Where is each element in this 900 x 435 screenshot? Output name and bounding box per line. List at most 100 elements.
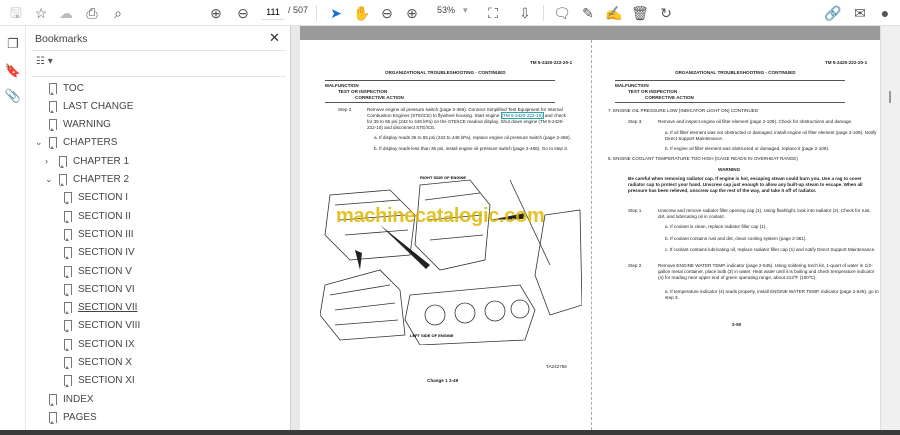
bookmark-label: SECTION X: [78, 357, 132, 368]
bookmarks-icon[interactable]: 🔖: [4, 63, 22, 81]
zoom-level[interactable]: 53%: [437, 5, 455, 15]
bookmark-item[interactable]: SECTION I: [64, 189, 128, 207]
divider: [543, 5, 544, 21]
step2-label: Step 2.: [628, 263, 643, 268]
bookmark-label: SECTION VI: [78, 283, 135, 295]
bookmark-icon: [64, 247, 72, 260]
bookmark-item[interactable]: SECTION VIII: [64, 317, 140, 335]
bookmark-label: SECTION IV: [78, 247, 135, 259]
warning-text: Be careful when removing radiator cap. I…: [628, 176, 863, 193]
page-down-icon[interactable]: ⊖: [234, 4, 252, 22]
bookmark-label: TOC: [63, 82, 84, 94]
bookmark-icon: [64, 320, 72, 333]
cloud-upload-icon[interactable]: ☁: [57, 4, 75, 22]
bookmark-item[interactable]: SECTION XI: [64, 372, 135, 390]
left-step-text: Remove engine oil pressure switch (page …: [367, 107, 567, 131]
left-col-action: CORRECTIVE ACTION: [355, 95, 404, 100]
zoom-dropdown-icon[interactable]: ▾: [463, 5, 468, 16]
bookmark-item[interactable]: SECTION VI: [64, 280, 135, 298]
bookmark-label: SECTION IX: [78, 338, 135, 350]
right-page-footer: 2-50: [732, 322, 742, 327]
bookmark-label: INDEX: [63, 393, 94, 405]
sign-icon[interactable]: ✍: [605, 4, 623, 22]
bookmark-label: SECTION I: [78, 192, 129, 204]
bookmarks-panel: Bookmarks ✕ ☷ ▾ TOC LAST CHANGE WARNING ⌄ CH…: [27, 26, 290, 430]
page-thumbnails-icon[interactable]: ❐: [4, 36, 22, 54]
bookmark-icon: [64, 338, 72, 351]
zoom-in-icon[interactable]: ⊕: [403, 4, 421, 22]
fit-page-icon[interactable]: ⛶: [484, 4, 502, 22]
rule: [325, 102, 555, 103]
left-step-label: Step 2.: [338, 107, 353, 112]
page-number-input[interactable]: [262, 5, 284, 20]
page-up-icon[interactable]: ⊕: [207, 4, 225, 22]
bookmark-icon: [64, 302, 72, 315]
search-zoom-icon[interactable]: ⌕: [109, 4, 127, 22]
left-page-footer: Change 1 2-49: [427, 378, 459, 383]
toolbar: 🖫 ☆ ☁ ⎙ ⌕ ⊕ ⊖ / 507 ➤ ✋ ⊖ ⊕ 53% ▾ ⛶ ⇩ 🗨 …: [0, 0, 900, 26]
bookmark-item[interactable]: SECTION II: [64, 207, 131, 225]
bookmark-icon: [59, 155, 67, 168]
expand-chevron-icon[interactable]: ›: [45, 156, 53, 166]
figure-label-left: LEFT SIDE OF ENGINE: [410, 333, 454, 338]
bookmark-label: SECTION II: [78, 210, 131, 222]
panel-title: Bookmarks: [35, 33, 88, 45]
tm-link[interactable]: (TM 5-2420-222-10): [500, 112, 544, 119]
bookmark-label: LAST CHANGE: [63, 100, 134, 112]
scrollbar-thumb[interactable]: [889, 91, 891, 103]
divider: [31, 76, 286, 77]
bookmark-icon: [49, 82, 57, 95]
rule: [615, 80, 845, 81]
taskbar-edge: [0, 430, 900, 435]
item-7: 7. ENGINE OIL PRESSURE LOW (INDICATOR LI…: [608, 108, 759, 113]
bookmark-item[interactable]: SECTION IX: [64, 335, 135, 353]
account-icon[interactable]: ●: [876, 4, 894, 22]
save-icon[interactable]: 🖫: [7, 4, 25, 22]
bookmark-label: WARNING: [63, 119, 111, 131]
bookmark-icon: [49, 119, 57, 132]
panel-splitter[interactable]: [290, 26, 300, 430]
rotate-icon[interactable]: ↻: [657, 4, 675, 22]
expand-chevron-icon[interactable]: ⌄: [45, 174, 53, 185]
bookmark-item[interactable]: TOC: [35, 79, 84, 97]
attachments-icon[interactable]: 📎: [4, 88, 22, 106]
email-icon[interactable]: ✉: [851, 4, 869, 22]
warning-title: WARNING: [718, 167, 741, 172]
close-panel-button[interactable]: ✕: [269, 30, 280, 46]
document-view[interactable]: TM 5-2420-222-20-1 ORGANIZATIONAL TROUBL…: [300, 40, 880, 430]
bookmark-item[interactable]: LAST CHANGE: [35, 97, 133, 115]
comment-icon[interactable]: 🗨: [553, 4, 571, 22]
expand-chevron-icon[interactable]: ⌄: [35, 137, 43, 148]
share-link-icon[interactable]: 🔗: [824, 4, 842, 22]
zoom-out-icon[interactable]: ⊖: [378, 4, 396, 22]
bookmark-item[interactable]: PAGES: [35, 408, 97, 426]
bookmark-item[interactable]: ⌄ CHAPTER 2: [45, 171, 129, 189]
bookmark-item[interactable]: SECTION III: [64, 225, 134, 243]
hand-icon[interactable]: ✋: [353, 4, 371, 22]
bookmark-label: SECTION V: [78, 265, 132, 277]
select-cursor-icon[interactable]: ➤: [327, 4, 345, 22]
bookmark-star-icon[interactable]: ☆: [32, 4, 50, 22]
step1-b: b. If coolant contains rust and dirt, cl…: [665, 236, 807, 241]
print-icon[interactable]: ⎙: [83, 4, 101, 22]
bookmark-item[interactable]: WARNING: [35, 116, 111, 134]
scroll-mode-icon[interactable]: ⇩: [516, 4, 534, 22]
bookmark-item[interactable]: › CHAPTER 1: [45, 152, 129, 170]
bookmark-item[interactable]: ⌄ CHAPTERS: [35, 134, 117, 152]
bookmark-item[interactable]: SECTION X: [64, 354, 132, 372]
bookmark-options-button[interactable]: ☷ ▾: [36, 56, 53, 67]
engine-illustration: RIGHT SIDE OF ENGINE LEFT SIDE OF ENGINE: [320, 175, 582, 345]
delete-icon[interactable]: 🗑: [631, 4, 649, 22]
bookmark-label: CHAPTER 1: [73, 155, 130, 167]
bookmark-item[interactable]: SECTION V: [64, 262, 132, 280]
bookmark-item[interactable]: INDEX: [35, 390, 94, 408]
right-page-heading: ORGANIZATIONAL TROUBLESHOOTING - CONTINU…: [675, 70, 796, 75]
bookmark-item[interactable]: SECTION VII: [64, 299, 137, 317]
highlight-pen-icon[interactable]: ✎: [579, 4, 597, 22]
bookmark-item[interactable]: SECTION IV: [64, 244, 135, 262]
vertical-scrollbar[interactable]: [880, 26, 900, 430]
bookmark-label: SECTION VII: [78, 302, 138, 314]
divider: [31, 50, 286, 51]
bookmark-label: CHAPTERS: [63, 137, 118, 149]
figure-id: TA242756: [546, 364, 567, 369]
